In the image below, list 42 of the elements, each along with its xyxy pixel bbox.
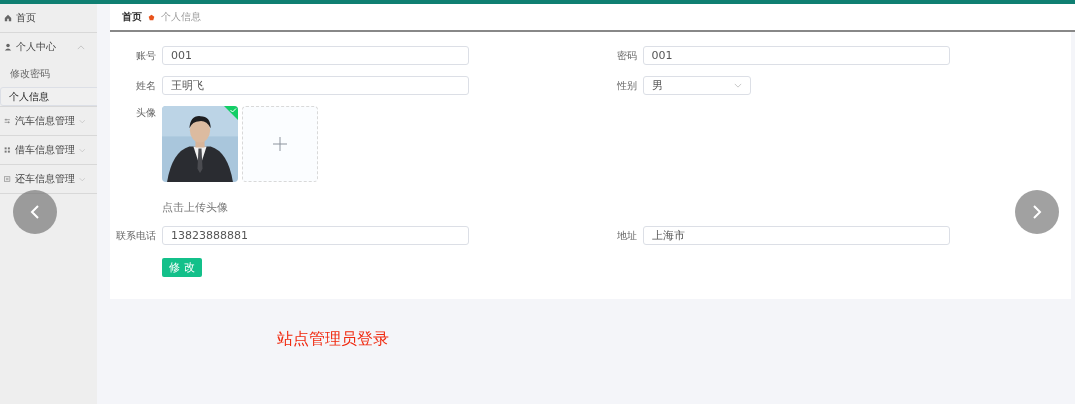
select-field[interactable]: 男: [642, 76, 751, 95]
grid-icon: [4, 146, 11, 154]
input-field[interactable]: 001: [642, 46, 950, 65]
menu-item[interactable]: 还车信息管理: [0, 165, 97, 193]
flower-icon: [148, 13, 155, 21]
previous-button[interactable]: [13, 190, 57, 234]
menu-label: 首页: [16, 11, 37, 25]
submenu-item[interactable]: 修改密码: [0, 61, 97, 87]
plus-icon: [273, 137, 287, 151]
menu-label: 汽车信息管理: [14, 114, 75, 128]
breadcrumb-link[interactable]: 首页: [122, 10, 142, 24]
sliders-icon: [4, 117, 11, 125]
chevron-down-icon: [733, 83, 742, 88]
menu-item[interactable]: 个人中心: [0, 33, 97, 61]
upload-hint: 点击上传头像: [162, 200, 229, 215]
menu-label: 还车信息管理: [14, 172, 75, 186]
input-field[interactable]: 001: [162, 46, 469, 65]
field-label: 头像: [135, 106, 156, 120]
input-field[interactable]: 王明飞: [162, 76, 469, 95]
field-label: 姓名: [135, 78, 156, 93]
select-value: 男: [651, 78, 663, 93]
chevron-left-icon: [30, 204, 40, 220]
home-icon: [4, 14, 12, 22]
submenu-item[interactable]: 个人信息: [0, 87, 97, 106]
menu-label: 个人中心: [16, 40, 57, 54]
user-icon: [4, 43, 12, 51]
menu-item[interactable]: 首页: [0, 4, 97, 32]
carousel-caption: 站点管理员登录: [277, 329, 390, 350]
menu-item[interactable]: 汽车信息管理: [0, 107, 97, 135]
next-button[interactable]: [1015, 190, 1059, 234]
input-field[interactable]: 13823888881: [162, 226, 469, 245]
menu-label: 借车信息管理: [14, 143, 75, 157]
field-label: 账号: [135, 48, 156, 63]
chevron-right-icon: [1032, 204, 1042, 220]
menu-item[interactable]: 借车信息管理: [0, 136, 97, 164]
field-label: 密码: [615, 48, 637, 63]
field-label: 地址: [615, 228, 637, 243]
upload-button[interactable]: [242, 106, 318, 182]
input-field[interactable]: 上海市: [642, 226, 950, 245]
field-label: 性别: [615, 78, 637, 93]
list-icon: [4, 175, 11, 183]
field-label: 联系电话: [115, 228, 156, 243]
